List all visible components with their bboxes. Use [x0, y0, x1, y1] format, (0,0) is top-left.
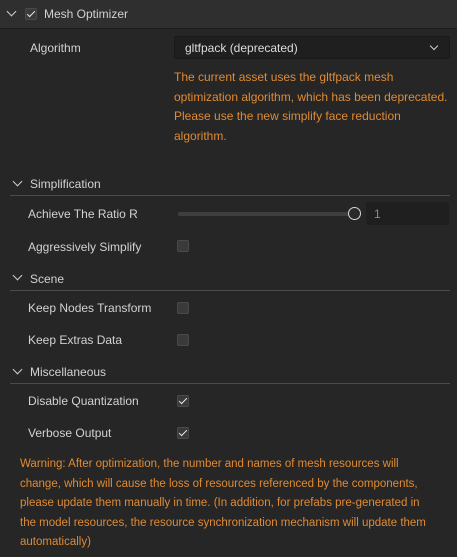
verbose-output-checkbox[interactable] [177, 427, 189, 439]
collapse-chevron-icon[interactable] [6, 6, 17, 17]
algorithm-label: Algorithm [30, 41, 81, 55]
warning-line: automatically) [20, 536, 91, 548]
misc-chevron-icon[interactable] [12, 364, 23, 375]
ratio-label: Achieve The Ratio R [28, 207, 138, 221]
algorithm-deprecation-warning: The current asset uses the gltfpack mesh… [174, 68, 454, 146]
mesh-optimizer-header[interactable]: Mesh Optimizer [0, 0, 457, 29]
keep-extras-label: Keep Extras Data [28, 333, 123, 347]
keep-nodes-label: Keep Nodes Transform [28, 301, 152, 315]
section-simplification-title[interactable]: Simplification [30, 177, 101, 191]
scene-chevron-icon[interactable] [12, 270, 23, 281]
aggressive-checkbox[interactable] [177, 240, 189, 252]
mesh-optimizer-title: Mesh Optimizer [44, 7, 129, 21]
section-misc-title[interactable]: Miscellaneous [30, 365, 106, 379]
warning-line: the model resources, the resource synchr… [20, 516, 426, 529]
section-divider [10, 383, 450, 384]
ratio-input-value: 1 [374, 207, 381, 221]
ratio-slider-handle[interactable] [348, 207, 361, 220]
optimization-warning: Warning: After optimization, the number … [20, 455, 455, 553]
keep-extras-checkbox[interactable] [177, 334, 189, 346]
warning-line: Warning: After optimization, the number … [20, 458, 399, 470]
section-divider [10, 195, 450, 196]
ratio-slider-track[interactable] [178, 212, 356, 216]
warning-line: change, which will cause the loss of res… [20, 477, 418, 490]
algorithm-select[interactable]: gltfpack (deprecated) [174, 36, 450, 59]
verbose-output-label: Verbose Output [28, 426, 112, 440]
ratio-input[interactable]: 1 [366, 202, 449, 225]
disable-quantization-label: Disable Quantization [28, 394, 139, 408]
warning-line: please update them manually in time. (In… [20, 497, 420, 509]
simplification-chevron-icon[interactable] [12, 176, 23, 187]
disable-quantization-checkbox[interactable] [177, 395, 189, 407]
section-scene-title[interactable]: Scene [30, 272, 64, 286]
warning-line: optimization algorithm, which has been d… [174, 89, 448, 104]
aggressive-label: Aggressively Simplify [28, 240, 142, 254]
keep-nodes-checkbox[interactable] [177, 302, 189, 314]
algorithm-select-value: gltfpack (deprecated) [185, 41, 298, 55]
chevron-down-icon [429, 41, 439, 51]
warning-line: Please use the new simplify face reducti… [174, 109, 401, 123]
section-divider [10, 290, 450, 291]
mesh-optimizer-enable-checkbox[interactable] [25, 8, 37, 20]
warning-line: The current asset uses the gltfpack mesh [174, 70, 394, 84]
warning-line: algorithm. [174, 128, 227, 143]
